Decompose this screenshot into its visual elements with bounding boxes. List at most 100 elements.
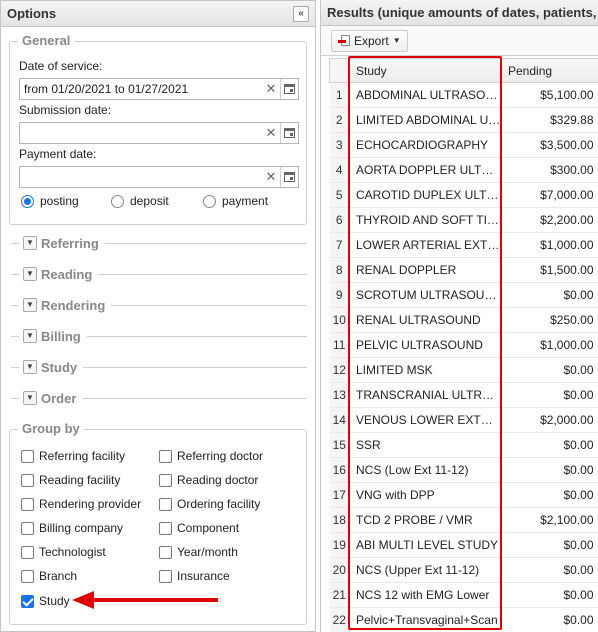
- chevron-down-icon: ▼: [392, 36, 401, 45]
- section-referring[interactable]: ▼ Referring: [11, 234, 307, 252]
- table-row[interactable]: 2LIMITED ABDOMINAL ULTRASOUND$329.88: [329, 107, 598, 133]
- table-row[interactable]: 17 VNG with DPP $0.00: [329, 482, 598, 508]
- study-cell: VENOUS LOWER EXTREMITY: [349, 407, 502, 433]
- groupby-technologist[interactable]: Technologist: [21, 545, 106, 559]
- results-title: Results (unique amounts of dates, patien…: [327, 5, 598, 20]
- clear-icon[interactable]: ✕: [262, 123, 280, 143]
- checkbox[interactable]: [159, 545, 172, 559]
- section-rendering[interactable]: ▼ Rendering: [11, 296, 307, 314]
- radio-posting-dot[interactable]: [21, 194, 34, 208]
- checkbox[interactable]: [21, 545, 34, 559]
- payment-date-field[interactable]: ✕: [19, 166, 299, 188]
- row-number: 19: [329, 532, 350, 558]
- section-label: Billing: [41, 328, 81, 344]
- calendar-icon[interactable]: [280, 167, 298, 187]
- pending-cell: $0.00: [501, 357, 598, 383]
- groupby-rendering-provider[interactable]: Rendering provider: [21, 497, 141, 511]
- results-toolbar: Export ▼: [321, 26, 598, 56]
- table-row[interactable]: 15 SSR $0.00: [329, 432, 598, 458]
- checkbox[interactable]: [21, 497, 34, 511]
- table-row[interactable]: 3 ECHOCARDIOGRAPHY $3,500.00: [329, 132, 598, 158]
- groupby-referring-facility[interactable]: Referring facility: [21, 449, 125, 463]
- study-cell: PELVIC ULTRASOUND: [349, 332, 502, 358]
- groupby-insurance[interactable]: Insurance: [159, 569, 230, 583]
- table-row[interactable]: 18 TCD 2 PROBE / VMR $2,100.00: [329, 507, 598, 533]
- groupby-component[interactable]: Component: [159, 521, 239, 535]
- groupby-branch[interactable]: Branch: [21, 569, 77, 583]
- pending-cell: $0.00: [501, 607, 598, 632]
- table-row[interactable]: 16 NCS (Low Ext 11-12) $0.00: [329, 457, 598, 483]
- radio-deposit[interactable]: deposit: [111, 194, 169, 208]
- study-cell: ABI MULTI LEVEL STUDY: [349, 532, 502, 558]
- clear-icon[interactable]: ✕: [262, 167, 280, 187]
- date-of-service-value[interactable]: from 01/20/2021 to 01/27/2021: [20, 82, 262, 96]
- table-row[interactable]: 20 NCS (Upper Ext 11-12) $0.00: [329, 557, 598, 583]
- section-study[interactable]: ▼ Study: [11, 358, 307, 376]
- table-row[interactable]: 14VENOUS LOWER EXTREMITY$2,000.00: [329, 407, 598, 433]
- expand-icon[interactable]: ▼: [23, 360, 37, 374]
- table-row[interactable]: 5CAROTID DUPLEX ULTRASOUND$7,000.00: [329, 182, 598, 208]
- groupby-referring-doctor[interactable]: Referring doctor: [159, 449, 263, 463]
- table-row[interactable]: 22 Pelvic+Transvaginal+Scan $0.00: [329, 607, 598, 632]
- expand-icon[interactable]: ▼: [23, 267, 37, 281]
- table-row[interactable]: 10 RENAL ULTRASOUND $250.00: [329, 307, 598, 333]
- section-billing[interactable]: ▼ Billing: [11, 327, 307, 345]
- groupby-reading-facility[interactable]: Reading facility: [21, 473, 120, 487]
- expand-icon[interactable]: ▼: [23, 329, 37, 343]
- table-row[interactable]: 13TRANSCRANIAL ULTRASOUND$0.00: [329, 382, 598, 408]
- table-row[interactable]: 6THYROID AND SOFT TISSUE$2,200.00: [329, 207, 598, 233]
- radio-deposit-dot[interactable]: [111, 194, 124, 208]
- checkbox[interactable]: [21, 449, 34, 463]
- results-table: Study Pending 1 ABDOMINAL ULTRASOUND $5,10…: [329, 58, 598, 632]
- expand-icon[interactable]: ▼: [23, 236, 37, 250]
- table-row[interactable]: 4AORTA DOPPLER ULTRASOUND$300.00: [329, 157, 598, 183]
- calendar-icon[interactable]: [280, 123, 298, 143]
- table-row[interactable]: 8 RENAL DOPPLER $1,500.00: [329, 257, 598, 283]
- groupby-study[interactable]: Study: [21, 594, 70, 608]
- checkbox[interactable]: [21, 473, 34, 487]
- checkbox[interactable]: [159, 521, 172, 535]
- checkbox-checked[interactable]: [21, 594, 34, 608]
- expand-icon[interactable]: ▼: [23, 298, 37, 312]
- column-header-study[interactable]: Study: [349, 58, 502, 83]
- radio-posting-label: posting: [40, 194, 79, 208]
- pending-cell: $0.00: [501, 532, 598, 558]
- checkbox[interactable]: [159, 497, 172, 511]
- groupby-billing-company[interactable]: Billing company: [21, 521, 123, 535]
- table-row[interactable]: 19 ABI MULTI LEVEL STUDY $0.00: [329, 532, 598, 558]
- expand-icon[interactable]: ▼: [23, 391, 37, 405]
- checkbox[interactable]: [159, 473, 172, 487]
- checkbox[interactable]: [159, 569, 172, 583]
- collapse-icon[interactable]: «: [293, 5, 309, 22]
- section-order[interactable]: ▼ Order: [11, 389, 307, 407]
- section-reading[interactable]: ▼ Reading: [11, 265, 307, 283]
- study-cell: NCS (Low Ext 11-12): [349, 457, 502, 483]
- table-row[interactable]: 11 PELVIC ULTRASOUND $1,000.00: [329, 332, 598, 358]
- row-number: 12: [329, 357, 350, 383]
- table-row[interactable]: 7LOWER ARTERIAL EXTREMITY$1,000.00: [329, 232, 598, 258]
- groupby-ordering-facility[interactable]: Ordering facility: [159, 497, 260, 511]
- pending-cell: $7,000.00: [501, 182, 598, 208]
- date-of-service-field[interactable]: from 01/20/2021 to 01/27/2021 ✕: [19, 78, 299, 100]
- groupby-reading-doctor[interactable]: Reading doctor: [159, 473, 258, 487]
- pending-cell: $0.00: [501, 432, 598, 458]
- table-row[interactable]: 1 ABDOMINAL ULTRASOUND $5,100.00: [329, 82, 598, 108]
- groupby-year-month[interactable]: Year/month: [159, 545, 238, 559]
- study-cell: LOWER ARTERIAL EXTREMITY: [349, 232, 502, 258]
- checkbox[interactable]: [21, 521, 34, 535]
- radio-payment[interactable]: payment: [203, 194, 268, 208]
- checkbox[interactable]: [21, 569, 34, 583]
- table-row[interactable]: 9 SCROTUM ULTRASOUND $0.00: [329, 282, 598, 308]
- row-number: 9: [329, 282, 350, 308]
- table-row[interactable]: 21 NCS 12 with EMG Lower $0.00: [329, 582, 598, 608]
- calendar-icon[interactable]: [280, 79, 298, 99]
- table-row[interactable]: 12 LIMITED MSK $0.00: [329, 357, 598, 383]
- checkbox[interactable]: [159, 449, 172, 463]
- options-header: Options «: [1, 1, 315, 27]
- export-button[interactable]: Export ▼: [331, 29, 408, 52]
- radio-payment-dot[interactable]: [203, 194, 216, 208]
- radio-posting[interactable]: posting: [21, 194, 79, 208]
- clear-icon[interactable]: ✕: [262, 79, 280, 99]
- column-header-pending[interactable]: Pending: [501, 58, 598, 83]
- submission-date-field[interactable]: ✕: [19, 122, 299, 144]
